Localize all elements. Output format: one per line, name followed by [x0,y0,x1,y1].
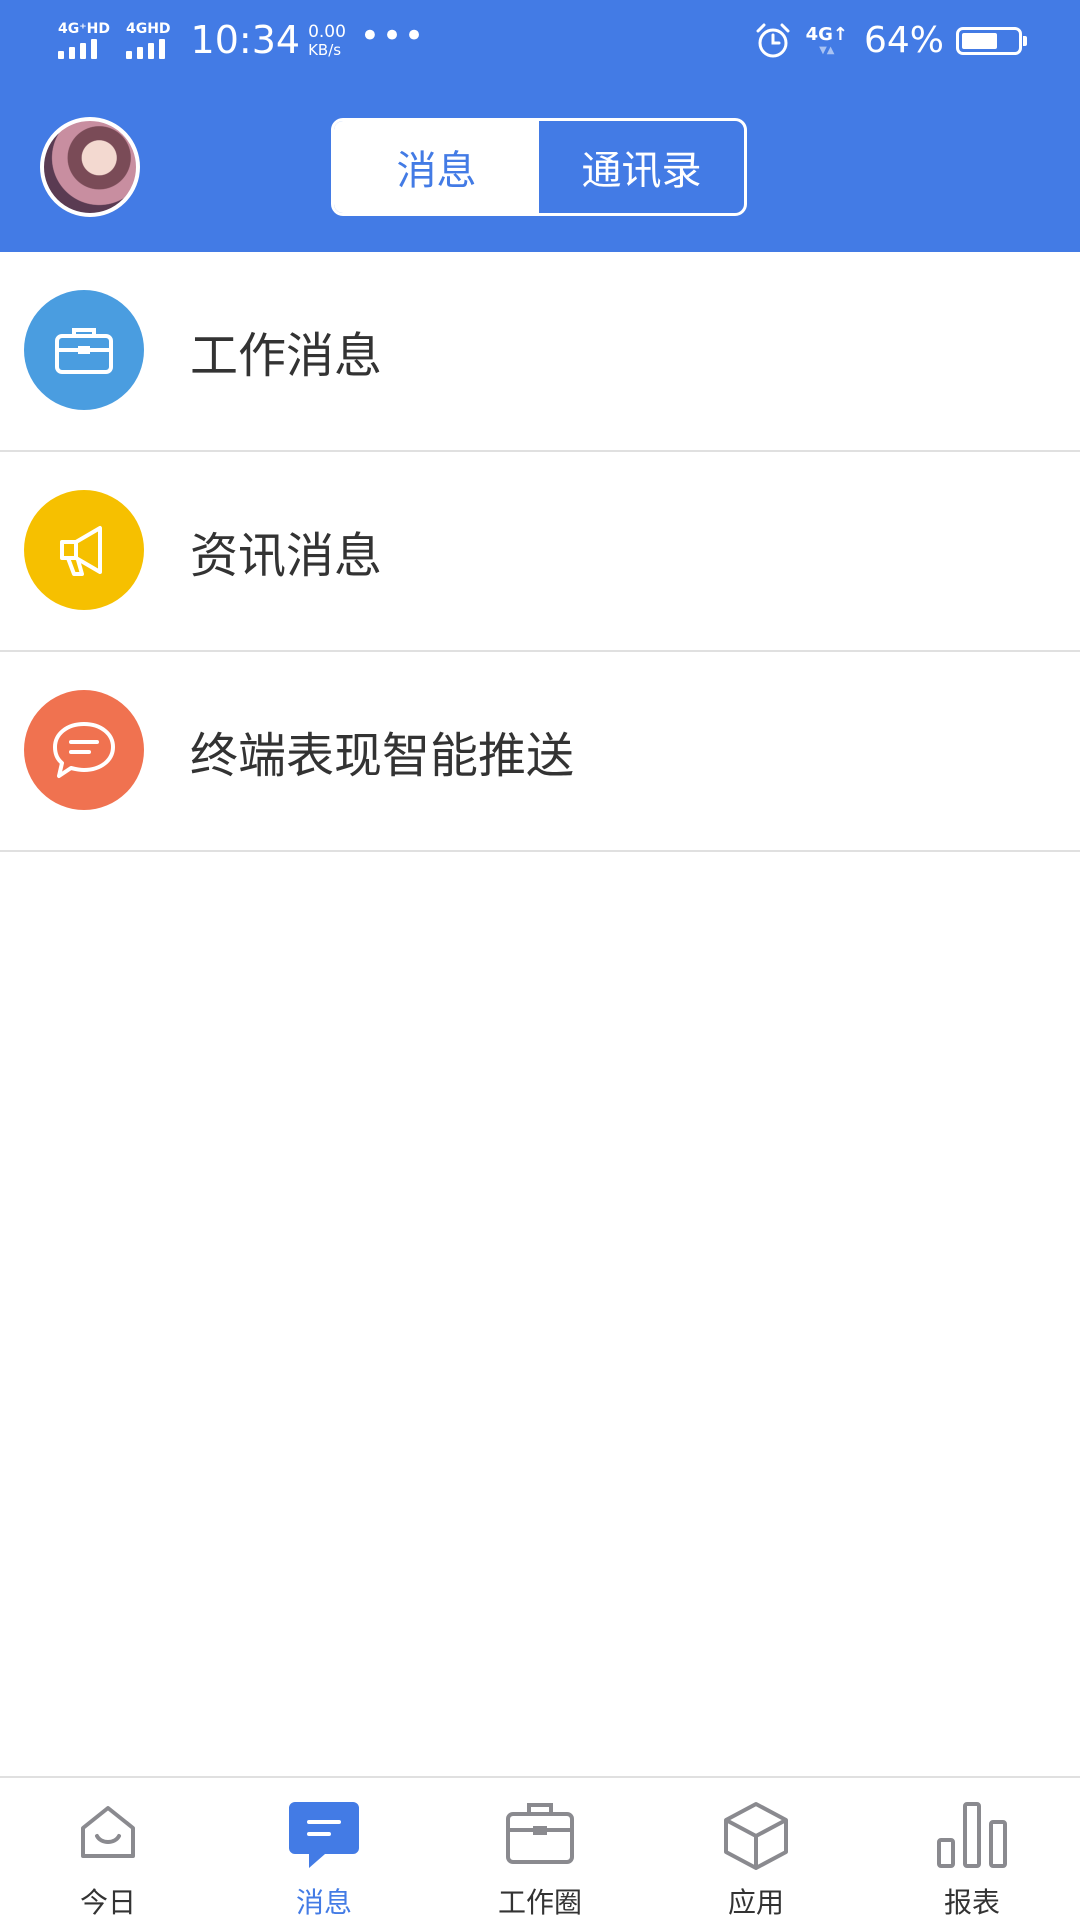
tab-label: 工作圈 [497,1886,582,1919]
tab-messages-nav[interactable]: 消息 [216,1778,432,1920]
tab-work-circle[interactable]: 工作圈 [432,1778,648,1920]
signal-bars-icon [58,39,97,59]
status-bar: 4G⁺HD 4GHD 10:34 0.00 KB/s ••• 4G↑ ▼▲ 64… [0,0,1080,90]
list-item-label: 资讯消息 [190,528,383,584]
list-item-news-messages[interactable]: 资讯消息 [0,452,1080,652]
bar-chart-icon [937,1802,1007,1868]
network-speed: 0.00 KB/s [308,23,346,59]
header-tab-switch: 消息 通讯录 [331,118,747,216]
battery-level [962,32,997,49]
network-type-label: 4GHD [125,21,171,37]
avatar[interactable] [40,117,140,217]
megaphone-icon [24,490,144,610]
list-item-label: 工作消息 [190,328,383,384]
signal-sim1: 4G⁺HD [58,21,110,59]
battery-percent: 64% [863,20,944,61]
tab-reports[interactable]: 报表 [864,1778,1080,1920]
bottom-tab-bar: 今日 消息 工作圈 应用 报表 [0,1776,1080,1920]
speed-value: 0.00 [308,22,346,42]
network-type-label: 4G↑ [805,23,848,45]
list-item-work-messages[interactable]: 工作消息 [0,252,1080,452]
tab-apps[interactable]: 应用 [648,1778,864,1920]
tab-label: 应用 [727,1886,784,1919]
briefcase-icon [506,1803,574,1864]
speed-unit: KB/s [308,41,342,59]
tab-label: 消息 [295,1886,352,1919]
network-type-label: 4G⁺HD [58,21,110,37]
tab-label: 报表 [943,1886,1000,1919]
list-item-label: 终端表现智能推送 [190,728,575,784]
message-list: 工作消息 资讯消息 终端表现智能推送 [0,252,1080,852]
signal-bars-icon [125,39,165,59]
chat-bubble-icon [24,690,144,810]
clock: 10:34 [190,18,301,62]
tab-messages[interactable]: 消息 [334,121,539,213]
app-header: 4G⁺HD 4GHD 10:34 0.00 KB/s ••• 4G↑ ▼▲ 64… [0,0,1080,252]
battery-icon [956,26,1027,55]
signal-sim2: 4GHD [125,21,171,59]
list-item-smart-push[interactable]: 终端表现智能推送 [0,652,1080,852]
tab-contacts[interactable]: 通讯录 [539,121,744,213]
message-icon [289,1802,359,1868]
home-icon [81,1806,135,1858]
mobile-data-indicator: 4G↑ ▼▲ [805,23,848,57]
data-arrows-icon: ▼▲ [819,44,835,56]
tab-label: 今日 [79,1886,136,1919]
briefcase-icon [24,290,144,410]
cube-icon [724,1802,788,1870]
more-notifications-icon: ••• [359,16,427,56]
alarm-icon [756,23,790,57]
tab-today[interactable]: 今日 [0,1778,216,1920]
